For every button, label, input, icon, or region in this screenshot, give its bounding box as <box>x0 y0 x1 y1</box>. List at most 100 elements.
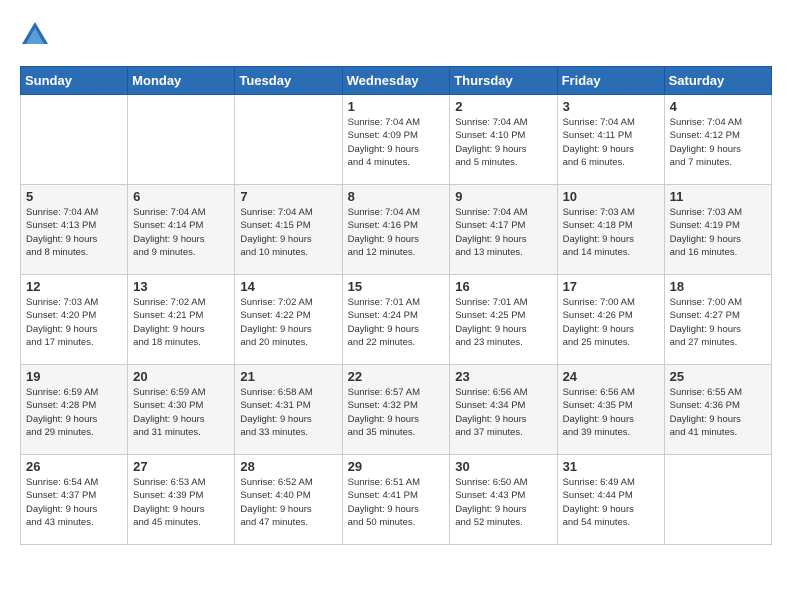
weekday-header-wednesday: Wednesday <box>342 67 450 95</box>
calendar-cell: 21 Sunrise: 6:58 AM Sunset: 4:31 PM Dayli… <box>235 365 342 455</box>
day-number: 16 <box>455 279 551 294</box>
day-number: 10 <box>563 189 659 204</box>
day-number: 22 <box>348 369 445 384</box>
day-number: 24 <box>563 369 659 384</box>
calendar-cell: 11Sunrise: 7:03 AM Sunset: 4:19 PM Dayli… <box>664 185 771 275</box>
day-info: Sunrise: 6:50 AM Sunset: 4:43 PM Dayligh… <box>455 476 551 529</box>
calendar-cell: 23Sunrise: 6:56 AM Sunset: 4:34 PM Dayli… <box>450 365 557 455</box>
calendar-cell: 22 Sunrise: 6:57 AM Sunset: 4:32 PM Dayli… <box>342 365 450 455</box>
calendar-cell: 17 Sunrise: 7:00 AM Sunset: 4:26 PM Dayli… <box>557 275 664 365</box>
calendar-cell: 4 Sunrise: 7:04 AM Sunset: 4:12 PM Daylig… <box>664 95 771 185</box>
calendar-cell: 30 Sunrise: 6:50 AM Sunset: 4:43 PM Dayli… <box>450 455 557 545</box>
calendar-cell: 1 Sunrise: 7:04 AM Sunset: 4:09 PM Daylig… <box>342 95 450 185</box>
day-number: 14 <box>240 279 336 294</box>
day-number: 6 <box>133 189 229 204</box>
calendar-cell: 28 Sunrise: 6:52 AM Sunset: 4:40 PM Dayli… <box>235 455 342 545</box>
day-info: Sunrise: 6:59 AM Sunset: 4:28 PM Dayligh… <box>26 386 122 439</box>
day-info: Sunrise: 7:00 AM Sunset: 4:26 PM Dayligh… <box>563 296 659 349</box>
weekday-header-thursday: Thursday <box>450 67 557 95</box>
day-number: 5 <box>26 189 122 204</box>
week-row-4: 19Sunrise: 6:59 AM Sunset: 4:28 PM Dayli… <box>21 365 772 455</box>
calendar-cell: 27 Sunrise: 6:53 AM Sunset: 4:39 PM Dayli… <box>128 455 235 545</box>
day-number: 12 <box>26 279 122 294</box>
calendar-cell: 20 Sunrise: 6:59 AM Sunset: 4:30 PM Dayli… <box>128 365 235 455</box>
day-info: Sunrise: 7:03 AM Sunset: 4:20 PM Dayligh… <box>26 296 122 349</box>
calendar-cell <box>235 95 342 185</box>
day-info: Sunrise: 6:57 AM Sunset: 4:32 PM Dayligh… <box>348 386 445 439</box>
day-info: Sunrise: 7:02 AM Sunset: 4:22 PM Dayligh… <box>240 296 336 349</box>
logo <box>20 20 54 50</box>
day-number: 25 <box>670 369 766 384</box>
day-info: Sunrise: 6:51 AM Sunset: 4:41 PM Dayligh… <box>348 476 445 529</box>
day-info: Sunrise: 6:59 AM Sunset: 4:30 PM Dayligh… <box>133 386 229 439</box>
calendar-cell: 13 Sunrise: 7:02 AM Sunset: 4:21 PM Dayli… <box>128 275 235 365</box>
day-info: Sunrise: 7:00 AM Sunset: 4:27 PM Dayligh… <box>670 296 766 349</box>
day-number: 4 <box>670 99 766 114</box>
day-info: Sunrise: 6:56 AM Sunset: 4:34 PM Dayligh… <box>455 386 551 439</box>
calendar-table: SundayMondayTuesdayWednesdayThursdayFrid… <box>20 66 772 545</box>
day-info: Sunrise: 6:53 AM Sunset: 4:39 PM Dayligh… <box>133 476 229 529</box>
weekday-row: SundayMondayTuesdayWednesdayThursdayFrid… <box>21 67 772 95</box>
day-number: 9 <box>455 189 551 204</box>
day-number: 2 <box>455 99 551 114</box>
day-info: Sunrise: 7:04 AM Sunset: 4:11 PM Dayligh… <box>563 116 659 169</box>
day-info: Sunrise: 6:49 AM Sunset: 4:44 PM Dayligh… <box>563 476 659 529</box>
day-info: Sunrise: 6:56 AM Sunset: 4:35 PM Dayligh… <box>563 386 659 439</box>
day-number: 30 <box>455 459 551 474</box>
day-number: 21 <box>240 369 336 384</box>
day-number: 20 <box>133 369 229 384</box>
calendar-cell: 24 Sunrise: 6:56 AM Sunset: 4:35 PM Dayli… <box>557 365 664 455</box>
calendar-cell: 31 Sunrise: 6:49 AM Sunset: 4:44 PM Dayli… <box>557 455 664 545</box>
day-number: 18 <box>670 279 766 294</box>
calendar-cell: 19Sunrise: 6:59 AM Sunset: 4:28 PM Dayli… <box>21 365 128 455</box>
calendar-cell: 18 Sunrise: 7:00 AM Sunset: 4:27 PM Dayli… <box>664 275 771 365</box>
calendar-cell <box>21 95 128 185</box>
day-number: 28 <box>240 459 336 474</box>
day-info: Sunrise: 7:02 AM Sunset: 4:21 PM Dayligh… <box>133 296 229 349</box>
calendar-cell: 6 Sunrise: 7:04 AM Sunset: 4:14 PM Daylig… <box>128 185 235 275</box>
calendar-cell: 14 Sunrise: 7:02 AM Sunset: 4:22 PM Dayli… <box>235 275 342 365</box>
day-number: 26 <box>26 459 122 474</box>
calendar-cell: 12 Sunrise: 7:03 AM Sunset: 4:20 PM Dayli… <box>21 275 128 365</box>
day-info: Sunrise: 6:55 AM Sunset: 4:36 PM Dayligh… <box>670 386 766 439</box>
calendar-cell: 9Sunrise: 7:04 AM Sunset: 4:17 PM Daylig… <box>450 185 557 275</box>
day-info: Sunrise: 7:01 AM Sunset: 4:24 PM Dayligh… <box>348 296 445 349</box>
day-info: Sunrise: 7:04 AM Sunset: 4:10 PM Dayligh… <box>455 116 551 169</box>
calendar-cell <box>664 455 771 545</box>
week-row-2: 5 Sunrise: 7:04 AM Sunset: 4:13 PM Daylig… <box>21 185 772 275</box>
calendar-cell: 7Sunrise: 7:04 AM Sunset: 4:15 PM Daylig… <box>235 185 342 275</box>
weekday-header-saturday: Saturday <box>664 67 771 95</box>
calendar-cell: 15 Sunrise: 7:01 AM Sunset: 4:24 PM Dayli… <box>342 275 450 365</box>
day-number: 31 <box>563 459 659 474</box>
calendar-cell: 16 Sunrise: 7:01 AM Sunset: 4:25 PM Dayli… <box>450 275 557 365</box>
page-header <box>20 20 772 50</box>
weekday-header-monday: Monday <box>128 67 235 95</box>
day-info: Sunrise: 7:04 AM Sunset: 4:09 PM Dayligh… <box>348 116 445 169</box>
calendar-cell: 29Sunrise: 6:51 AM Sunset: 4:41 PM Dayli… <box>342 455 450 545</box>
day-info: Sunrise: 7:04 AM Sunset: 4:16 PM Dayligh… <box>348 206 445 259</box>
weekday-header-tuesday: Tuesday <box>235 67 342 95</box>
day-number: 7 <box>240 189 336 204</box>
day-info: Sunrise: 7:04 AM Sunset: 4:13 PM Dayligh… <box>26 206 122 259</box>
day-number: 13 <box>133 279 229 294</box>
day-info: Sunrise: 7:03 AM Sunset: 4:18 PM Dayligh… <box>563 206 659 259</box>
calendar-cell: 2 Sunrise: 7:04 AM Sunset: 4:10 PM Daylig… <box>450 95 557 185</box>
day-number: 1 <box>348 99 445 114</box>
day-number: 8 <box>348 189 445 204</box>
day-info: Sunrise: 7:01 AM Sunset: 4:25 PM Dayligh… <box>455 296 551 349</box>
day-number: 3 <box>563 99 659 114</box>
calendar-cell: 5 Sunrise: 7:04 AM Sunset: 4:13 PM Daylig… <box>21 185 128 275</box>
calendar-cell: 25 Sunrise: 6:55 AM Sunset: 4:36 PM Dayli… <box>664 365 771 455</box>
day-info: Sunrise: 7:04 AM Sunset: 4:14 PM Dayligh… <box>133 206 229 259</box>
calendar-cell: 3 Sunrise: 7:04 AM Sunset: 4:11 PM Daylig… <box>557 95 664 185</box>
weekday-header-friday: Friday <box>557 67 664 95</box>
week-row-3: 12 Sunrise: 7:03 AM Sunset: 4:20 PM Dayli… <box>21 275 772 365</box>
day-info: Sunrise: 6:54 AM Sunset: 4:37 PM Dayligh… <box>26 476 122 529</box>
calendar-cell <box>128 95 235 185</box>
day-info: Sunrise: 6:52 AM Sunset: 4:40 PM Dayligh… <box>240 476 336 529</box>
day-info: Sunrise: 6:58 AM Sunset: 4:31 PM Dayligh… <box>240 386 336 439</box>
day-info: Sunrise: 7:04 AM Sunset: 4:12 PM Dayligh… <box>670 116 766 169</box>
day-number: 17 <box>563 279 659 294</box>
day-number: 27 <box>133 459 229 474</box>
day-number: 15 <box>348 279 445 294</box>
